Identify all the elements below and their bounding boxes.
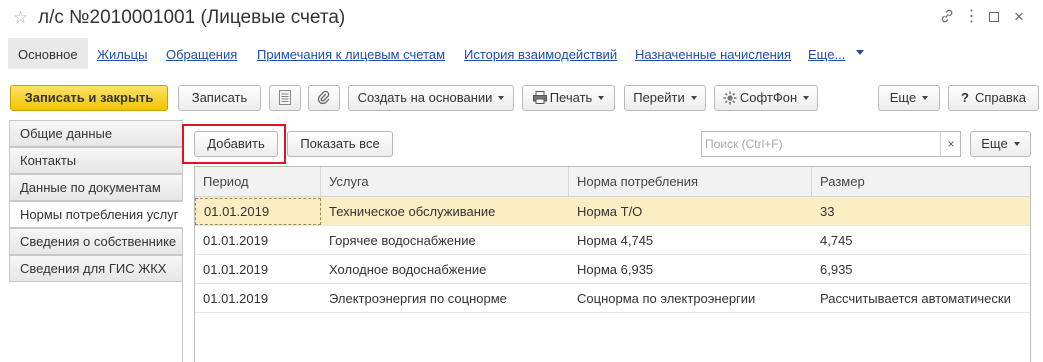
more-actions-button[interactable]: Еще <box>878 85 940 111</box>
consumption-norms-table: Период Услуга Норма потребления Размер 0… <box>194 166 1031 362</box>
link-icon[interactable] <box>938 8 956 26</box>
sidebar-item-document-data[interactable]: Данные по документам <box>9 174 183 201</box>
window-title: л/с №2010001001 (Лицевые счета) <box>38 7 346 28</box>
table-row[interactable]: 01.01.2019 Горячее водоснабжение Норма 4… <box>195 226 1030 255</box>
cell-size[interactable]: 33 <box>812 197 1030 226</box>
help-label: Справка <box>974 90 1026 105</box>
softphone-icon <box>723 91 737 105</box>
nav-tab-interaction-history[interactable]: История взаимодействий <box>464 47 617 62</box>
save-and-close-button[interactable]: Записать и закрыть <box>10 85 168 111</box>
cell-service[interactable]: Электроэнергия по соцнорме <box>321 284 569 313</box>
help-button[interactable]: ? Справка <box>948 85 1039 111</box>
caret-down-icon <box>598 95 605 100</box>
caret-down-icon <box>690 95 697 100</box>
column-header-period[interactable]: Период <box>195 167 321 197</box>
search-input[interactable] <box>705 135 935 153</box>
document-list-icon <box>279 90 291 106</box>
printer-icon <box>532 91 547 105</box>
cell-norm[interactable]: Соцнорма по электроэнергии <box>569 284 812 313</box>
clear-search-icon[interactable]: × <box>940 132 961 156</box>
show-all-button[interactable]: Показать все <box>287 131 393 157</box>
cell-size[interactable]: 4,745 <box>812 226 1030 255</box>
link-icon-svg <box>941 9 953 23</box>
goto-button[interactable]: Перейти <box>624 85 706 111</box>
sidebar-item-gis-zhkh[interactable]: Сведения для ГИС ЖКХ <box>9 255 183 282</box>
caret-down-icon <box>922 95 929 100</box>
sidebar-item-general[interactable]: Общие данные <box>9 120 183 147</box>
cell-period[interactable]: 01.01.2019 <box>195 198 321 225</box>
question-icon: ? <box>961 90 969 105</box>
table-row[interactable]: 01.01.2019 Техническое обслуживание Норм… <box>195 197 1030 226</box>
print-button[interactable]: Печать <box>522 85 615 111</box>
cell-period[interactable]: 01.01.2019 <box>195 226 321 255</box>
sidebar-item-owner-info[interactable]: Сведения о собственнике <box>9 228 183 255</box>
cell-size[interactable]: 6,935 <box>812 255 1030 284</box>
more-actions-label: Еще <box>889 90 917 105</box>
paperclip-icon <box>317 90 330 105</box>
attach-button[interactable] <box>308 85 340 111</box>
print-label: Печать <box>549 90 593 105</box>
form-navigation: Основное Жильцы Обращения Примечания к л… <box>0 36 1043 72</box>
title-bar: ☆ л/с №2010001001 (Лицевые счета) ⋮ × <box>0 0 1043 36</box>
sidebar-item-consumption-norms[interactable]: Нормы потребления услуг <box>9 201 183 228</box>
nav-tab-assigned-charges[interactable]: Назначенные начисления <box>635 47 791 62</box>
cell-period[interactable]: 01.01.2019 <box>195 284 321 313</box>
document-list-button[interactable] <box>269 85 301 111</box>
save-button[interactable]: Записать <box>178 85 261 111</box>
create-based-on-label: Создать на основании <box>357 90 493 105</box>
table-row[interactable]: 01.01.2019 Электроэнергия по соцнорме Со… <box>195 284 1030 313</box>
favorite-star-icon[interactable]: ☆ <box>13 8 28 28</box>
cell-norm[interactable]: Норма 6,935 <box>569 255 812 284</box>
cell-service[interactable]: Техническое обслуживание <box>321 197 569 226</box>
chevron-down-icon[interactable] <box>856 50 864 55</box>
nav-tab-main-label: Основное <box>18 47 78 62</box>
table-header: Период Услуга Норма потребления Размер <box>195 167 1030 197</box>
nav-tab-more[interactable]: Еще... <box>808 47 845 62</box>
cell-service[interactable]: Холодное водоснабжение <box>321 255 569 284</box>
create-based-on-button[interactable]: Создать на основании <box>348 85 514 111</box>
column-header-size[interactable]: Размер <box>812 167 1030 197</box>
caret-down-icon <box>498 95 505 100</box>
table-more-button[interactable]: Еще <box>970 131 1031 157</box>
add-button-highlight-frame <box>182 124 286 164</box>
table-more-label: Еще <box>981 136 1008 151</box>
goto-label: Перейти <box>633 90 685 105</box>
nav-tab-residents[interactable]: Жильцы <box>97 47 147 62</box>
cell-service[interactable]: Горячее водоснабжение <box>321 226 569 255</box>
cell-period[interactable]: 01.01.2019 <box>195 255 321 284</box>
nav-tab-main[interactable]: Основное <box>8 38 88 69</box>
caret-down-icon <box>803 95 810 100</box>
column-header-service[interactable]: Услуга <box>321 167 569 197</box>
more-icon[interactable]: ⋮ <box>962 8 980 26</box>
close-icon[interactable]: × <box>1010 8 1028 26</box>
softphone-button[interactable]: СофтФон <box>714 85 818 111</box>
search-field: × <box>701 131 961 157</box>
softphone-label: СофтФон <box>739 90 798 105</box>
nav-tab-requests[interactable]: Обращения <box>166 47 237 62</box>
maximize-icon[interactable] <box>985 8 1003 26</box>
table-row[interactable]: 01.01.2019 Холодное водоснабжение Норма … <box>195 255 1030 284</box>
sidebar-item-contacts[interactable]: Контакты <box>9 147 183 174</box>
cell-norm[interactable]: Норма Т/О <box>569 197 812 226</box>
cell-size[interactable]: Рассчитывается автоматически <box>812 284 1030 313</box>
cell-norm[interactable]: Норма 4,745 <box>569 226 812 255</box>
nav-tab-notes[interactable]: Примечания к лицевым счетам <box>257 47 445 62</box>
column-header-norm[interactable]: Норма потребления <box>569 167 812 197</box>
caret-down-icon <box>1013 141 1020 146</box>
